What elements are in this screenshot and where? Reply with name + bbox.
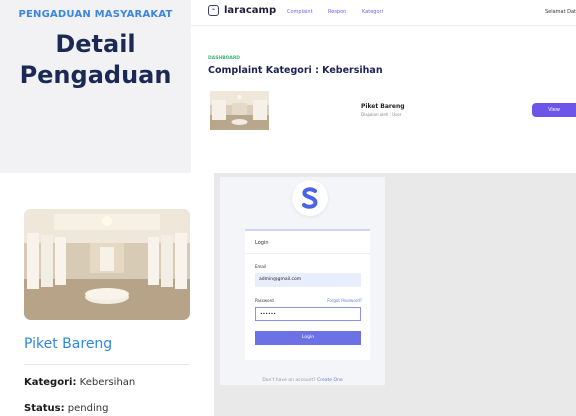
complaint-thumbnail — [210, 91, 269, 130]
user-greeting[interactable]: Selamat Dat — [545, 9, 576, 15]
password-field[interactable]: •••••• — [255, 307, 361, 321]
nav-respon[interactable]: Respon — [328, 9, 346, 15]
login-title: Login — [255, 240, 269, 246]
s-logo-icon — [302, 187, 318, 209]
login-screenshot: Login Email Password Forgot Password? ad… — [220, 177, 385, 385]
signup-prompt: Don't have an account? Create One — [220, 378, 385, 383]
brand-logo[interactable]: ⌁ laracamp — [208, 5, 276, 16]
login-form-card: Login Email Password Forgot Password? ad… — [245, 229, 370, 360]
nav-kategori[interactable]: Kategori — [362, 9, 383, 15]
dashboard-heading: Complaint Kategori : Kebersihan — [208, 65, 383, 76]
title-card: PENGADUAN MASYARAKAT Detail Pengaduan — [0, 0, 191, 173]
login-divider — [245, 253, 370, 254]
category-label: Kategori: — [24, 377, 77, 388]
nav-complaint[interactable]: Complaint — [287, 9, 313, 15]
divider — [24, 364, 190, 365]
complaint-title: Piket Bareng — [361, 103, 405, 110]
complaint-submitter: Diajukan oleh : User — [361, 112, 402, 117]
forgot-password-link[interactable]: Forgot Password? — [327, 298, 362, 303]
status-row: Status: pending — [24, 403, 108, 414]
password-label: Password — [255, 298, 274, 303]
app-logo-icon — [292, 180, 328, 216]
page-title-line1: Detail — [55, 30, 136, 58]
logo-icon: ⌁ — [208, 5, 219, 16]
brand-name: laracamp — [224, 5, 277, 16]
category-value: Kebersihan — [79, 377, 136, 388]
breadcrumb[interactable]: DASHBOARD — [208, 56, 240, 61]
detail-card: Piket Bareng Kategori: Kebersihan Status… — [0, 173, 214, 416]
category-row: Kategori: Kebersihan — [24, 377, 135, 388]
status-value: pending — [67, 403, 109, 414]
complaint-name: Piket Bareng — [24, 336, 113, 352]
status-label: Status: — [24, 403, 65, 414]
create-account-link[interactable]: Create One — [317, 378, 343, 383]
view-button[interactable]: View — [532, 103, 576, 117]
email-field[interactable]: admin@gmail.com — [255, 273, 361, 287]
top-navbar: ⌁ laracamp Complaint Respon Kategori Sel… — [191, 0, 576, 26]
email-label: Email — [255, 264, 267, 269]
page-title: Detail Pengaduan — [0, 29, 191, 91]
title-kicker: PENGADUAN MASYARAKAT — [18, 9, 173, 20]
complaint-photo — [24, 209, 190, 320]
dashboard-screenshot: ⌁ laracamp Complaint Respon Kategori Sel… — [191, 0, 576, 173]
page-title-line2: Pengaduan — [19, 61, 172, 89]
login-button[interactable]: Login — [255, 331, 361, 345]
signup-text: Don't have an account? — [262, 378, 316, 383]
